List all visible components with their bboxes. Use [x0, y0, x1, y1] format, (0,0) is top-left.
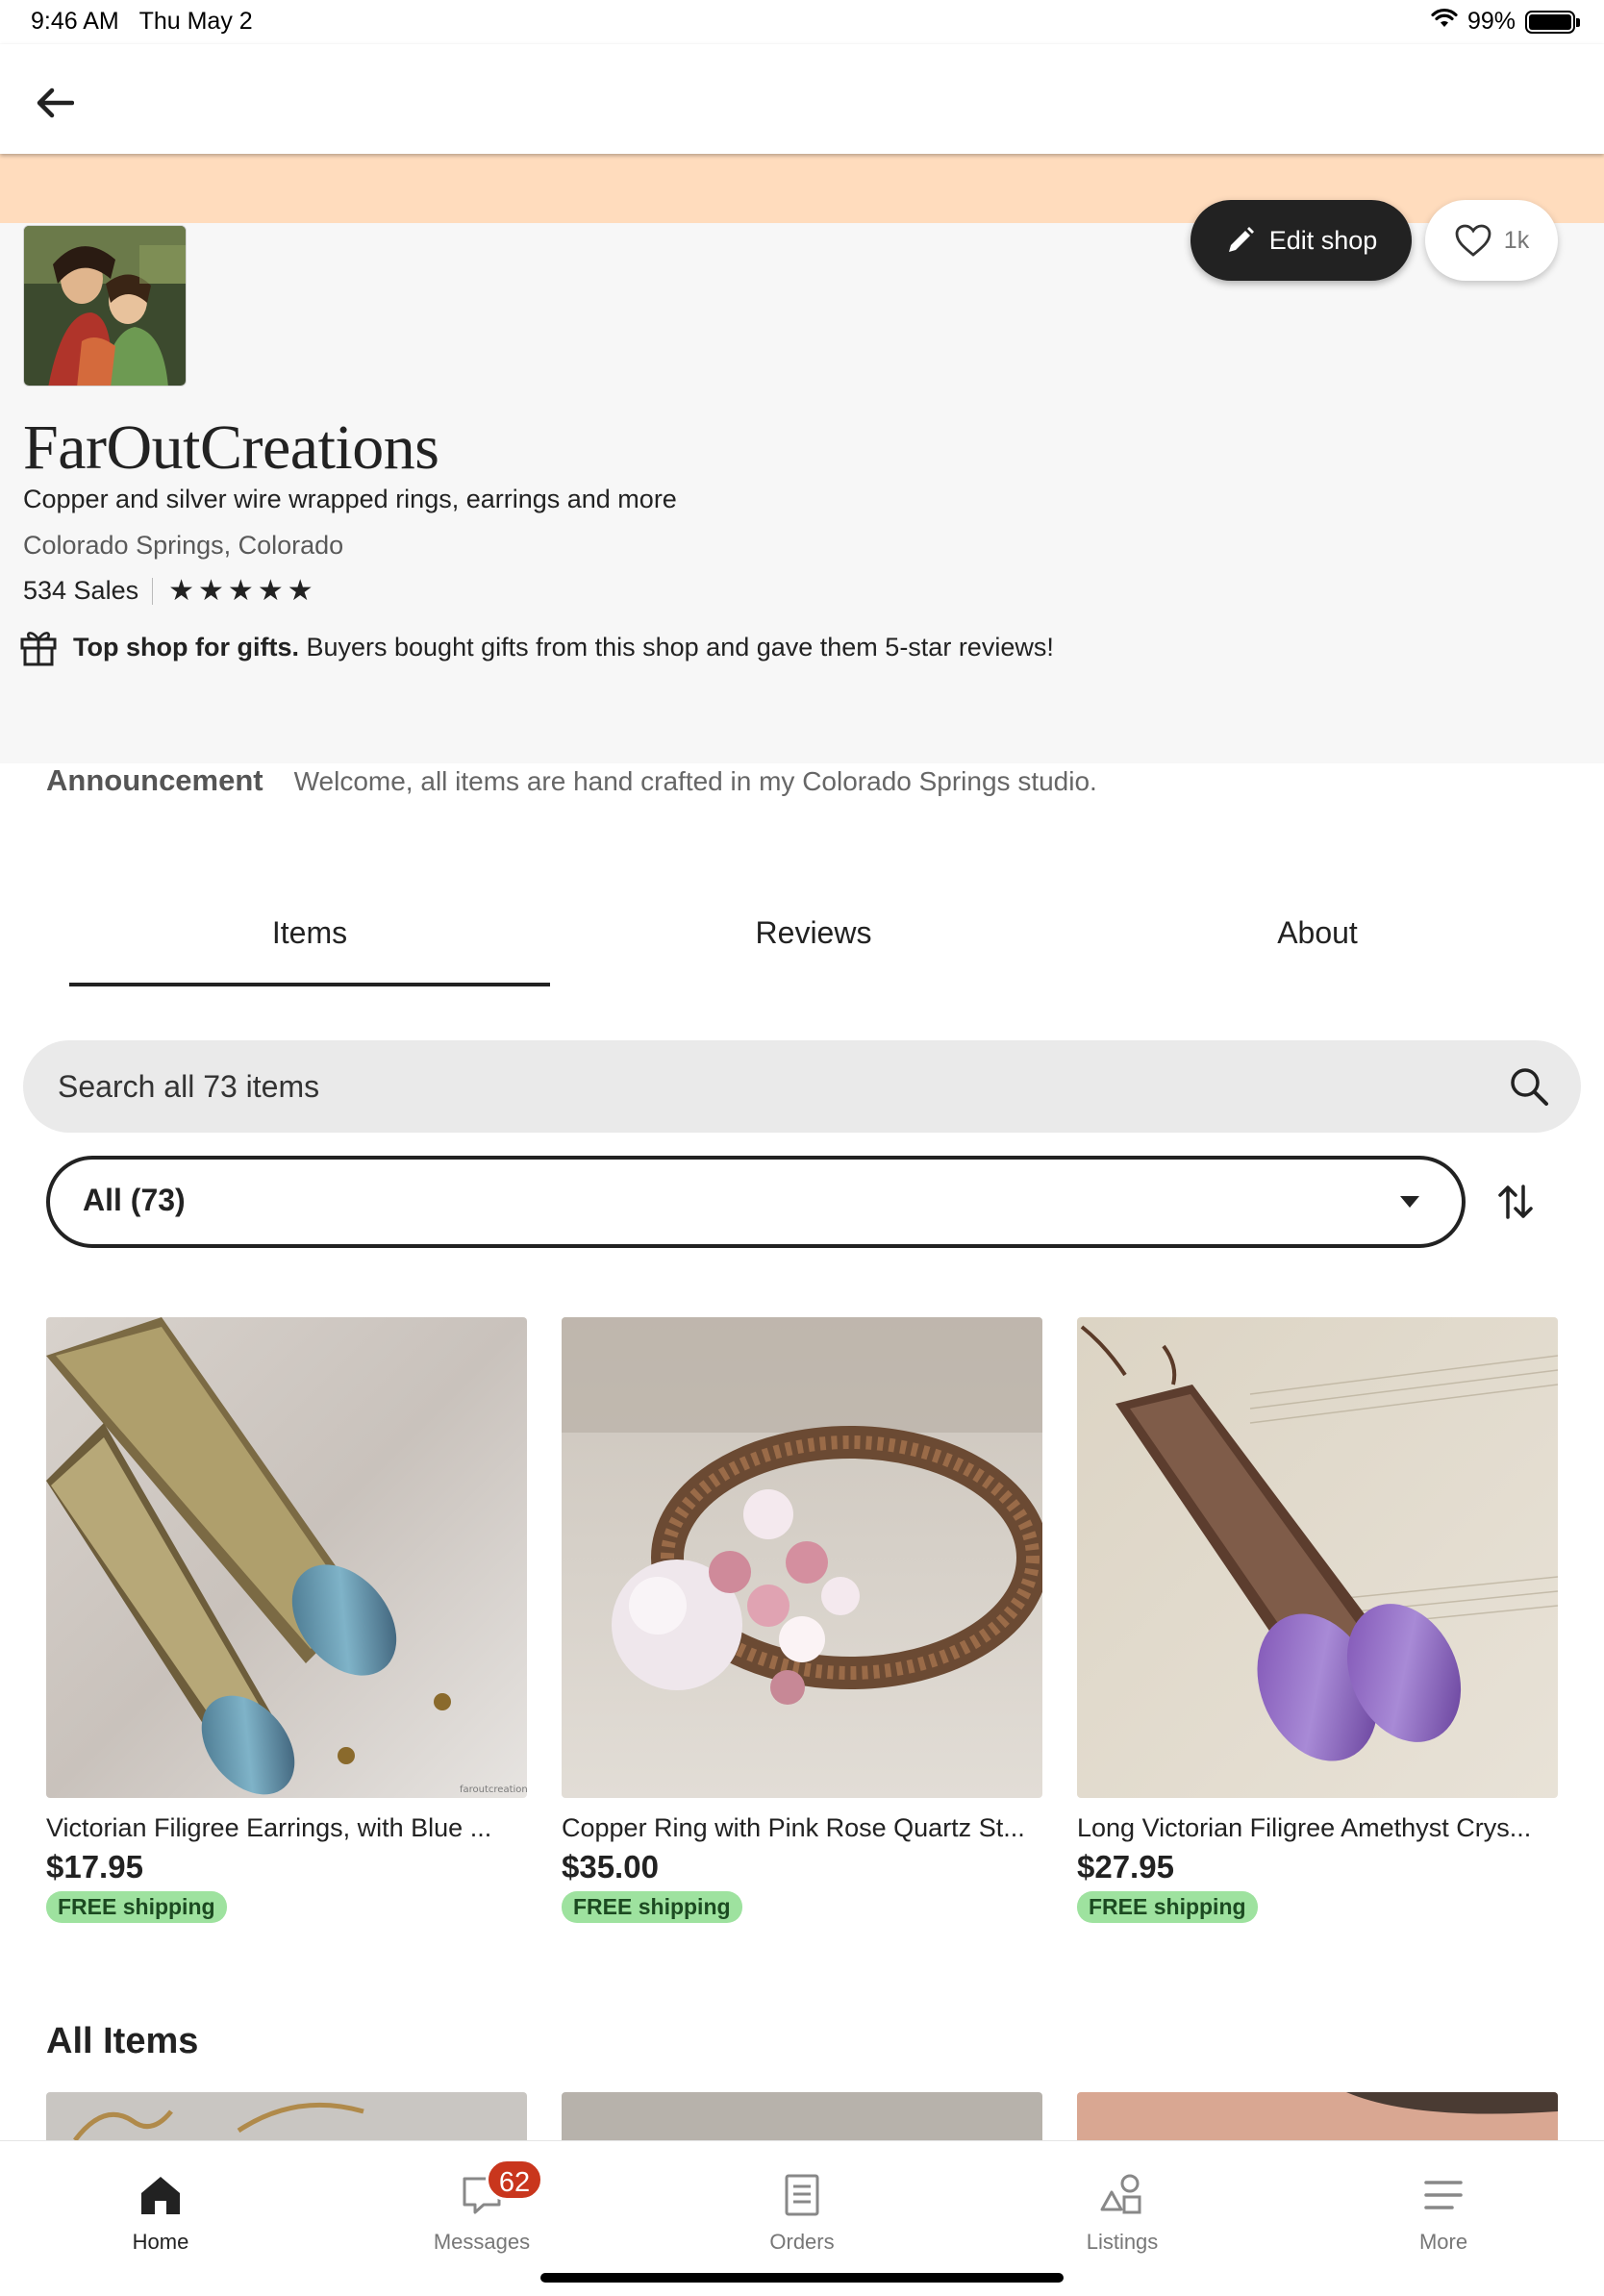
- battery-percent: 99%: [1466, 8, 1516, 35]
- wifi-icon: [1431, 8, 1458, 36]
- shop-header: Edit shop 1k FarOutCreations Copper and …: [0, 200, 1604, 763]
- tab-home-label: Home: [132, 2230, 189, 2254]
- star-icon: ★: [168, 574, 194, 607]
- heart-icon: [1455, 224, 1491, 257]
- status-bar: 9:46 AM Thu May 2 99%: [0, 0, 1604, 44]
- all-items-heading: All Items: [46, 2021, 199, 2061]
- watermark: faroutcreations: [460, 1784, 527, 1795]
- tab-about[interactable]: About: [1077, 915, 1558, 951]
- edit-shop-button[interactable]: Edit shop: [1190, 200, 1412, 281]
- gift-icon: [20, 632, 57, 666]
- tab-home[interactable]: Home: [64, 2170, 257, 2255]
- listing-card[interactable]: Copper Ring with Pink Rose Quartz St... …: [562, 1317, 1042, 1923]
- edit-shop-label: Edit shop: [1268, 225, 1378, 255]
- messages-badge: 62: [486, 2159, 543, 2201]
- top-shop-for-gifts: Top shop for gifts. Buyers bought gifts …: [19, 627, 1054, 667]
- favorite-shop-button[interactable]: 1k: [1425, 200, 1558, 281]
- star-icon: ★: [227, 574, 254, 607]
- status-date: Thu May 2: [138, 8, 253, 35]
- tab-listings[interactable]: Listings: [1026, 2170, 1218, 2255]
- tab-listings-label: Listings: [1086, 2230, 1159, 2254]
- battery-icon: [1525, 10, 1580, 34]
- star-icon: ★: [198, 574, 224, 607]
- listing-image[interactable]: [1077, 1317, 1558, 1798]
- shop-location: Colorado Springs, Colorado: [23, 531, 344, 560]
- filter-selected-value: All (73): [83, 1183, 186, 1217]
- announcement: Announcement Welcome, all items are hand…: [46, 763, 1097, 798]
- free-shipping-badge: FREE shipping: [1077, 1891, 1258, 1923]
- listing-image[interactable]: faroutcreations: [46, 1317, 527, 1798]
- announcement-title: Announcement: [46, 763, 263, 797]
- listing-title: Copper Ring with Pink Rose Quartz St...: [562, 1813, 1025, 1842]
- listings-icon: [1100, 2174, 1141, 2214]
- listing-price: $17.95: [46, 1849, 143, 1884]
- sort-button[interactable]: [1487, 1173, 1544, 1231]
- favorites-count: 1k: [1503, 226, 1530, 254]
- listing-card[interactable]: faroutcreations Victorian Filigree Earri…: [46, 1317, 527, 1923]
- search-placeholder: Search all 73 items: [58, 1069, 320, 1104]
- search-icon: [1511, 1068, 1548, 1106]
- home-indicator[interactable]: [540, 2273, 1064, 2283]
- home-icon: [141, 2177, 180, 2214]
- shop-tagline: Copper and silver wire wrapped rings, ea…: [23, 485, 677, 513]
- listing-image[interactable]: [562, 1317, 1042, 1798]
- announcement-text: Welcome, all items are hand crafted in m…: [293, 766, 1097, 796]
- star-icon: ★: [287, 574, 313, 607]
- shop-avatar[interactable]: [23, 225, 187, 387]
- caret-down-icon: [1400, 1196, 1419, 1208]
- nav-bar: [0, 44, 1604, 154]
- active-tab-indicator: [69, 983, 550, 986]
- menu-icon: [1424, 2181, 1463, 2209]
- sales-count: 534 Sales: [23, 576, 139, 605]
- section-filter-dropdown[interactable]: All (73): [46, 1156, 1466, 1248]
- tab-reviews[interactable]: Reviews: [573, 915, 1054, 951]
- arrow-left-icon: [37, 87, 74, 118]
- sort-icon: [1498, 1185, 1533, 1219]
- rating-stars: ★ ★ ★ ★ ★: [168, 574, 313, 607]
- free-shipping-badge: FREE shipping: [46, 1891, 227, 1923]
- tab-more[interactable]: More: [1347, 2170, 1540, 2255]
- tab-orders[interactable]: Orders: [706, 2170, 898, 2255]
- listing-price: $27.95: [1077, 1849, 1174, 1884]
- listing-price: $35.00: [562, 1849, 659, 1884]
- listing-title: Victorian Filigree Earrings, with Blue .…: [46, 1813, 492, 1842]
- search-input[interactable]: Search all 73 items: [23, 1040, 1581, 1133]
- divider: [152, 577, 154, 605]
- pencil-icon: [1228, 227, 1254, 252]
- shop-sales-row[interactable]: 534 Sales ★ ★ ★ ★ ★: [23, 576, 313, 606]
- status-indicators: 99%: [1431, 8, 1580, 36]
- gift-description: Buyers bought gifts from this shop and g…: [298, 632, 1054, 661]
- tab-messages-label: Messages: [433, 2230, 531, 2254]
- search-button[interactable]: [1502, 1060, 1556, 1113]
- back-button[interactable]: [27, 75, 83, 131]
- orders-icon: [785, 2174, 819, 2216]
- tab-items[interactable]: Items: [69, 915, 550, 951]
- gift-headline: Top shop for gifts.: [73, 632, 299, 661]
- tab-messages[interactable]: 62 Messages: [386, 2159, 578, 2255]
- tab-more-label: More: [1418, 2230, 1468, 2254]
- free-shipping-badge: FREE shipping: [562, 1891, 742, 1923]
- listing-card[interactable]: Long Victorian Filigree Amethyst Crys...…: [1077, 1317, 1558, 1923]
- listing-title: Long Victorian Filigree Amethyst Crys...: [1077, 1813, 1532, 1842]
- status-time: 9:46 AM Thu May 2: [31, 8, 253, 35]
- star-icon: ★: [257, 574, 284, 607]
- shop-name: FarOutCreations: [23, 412, 439, 483]
- tab-orders-label: Orders: [769, 2230, 835, 2254]
